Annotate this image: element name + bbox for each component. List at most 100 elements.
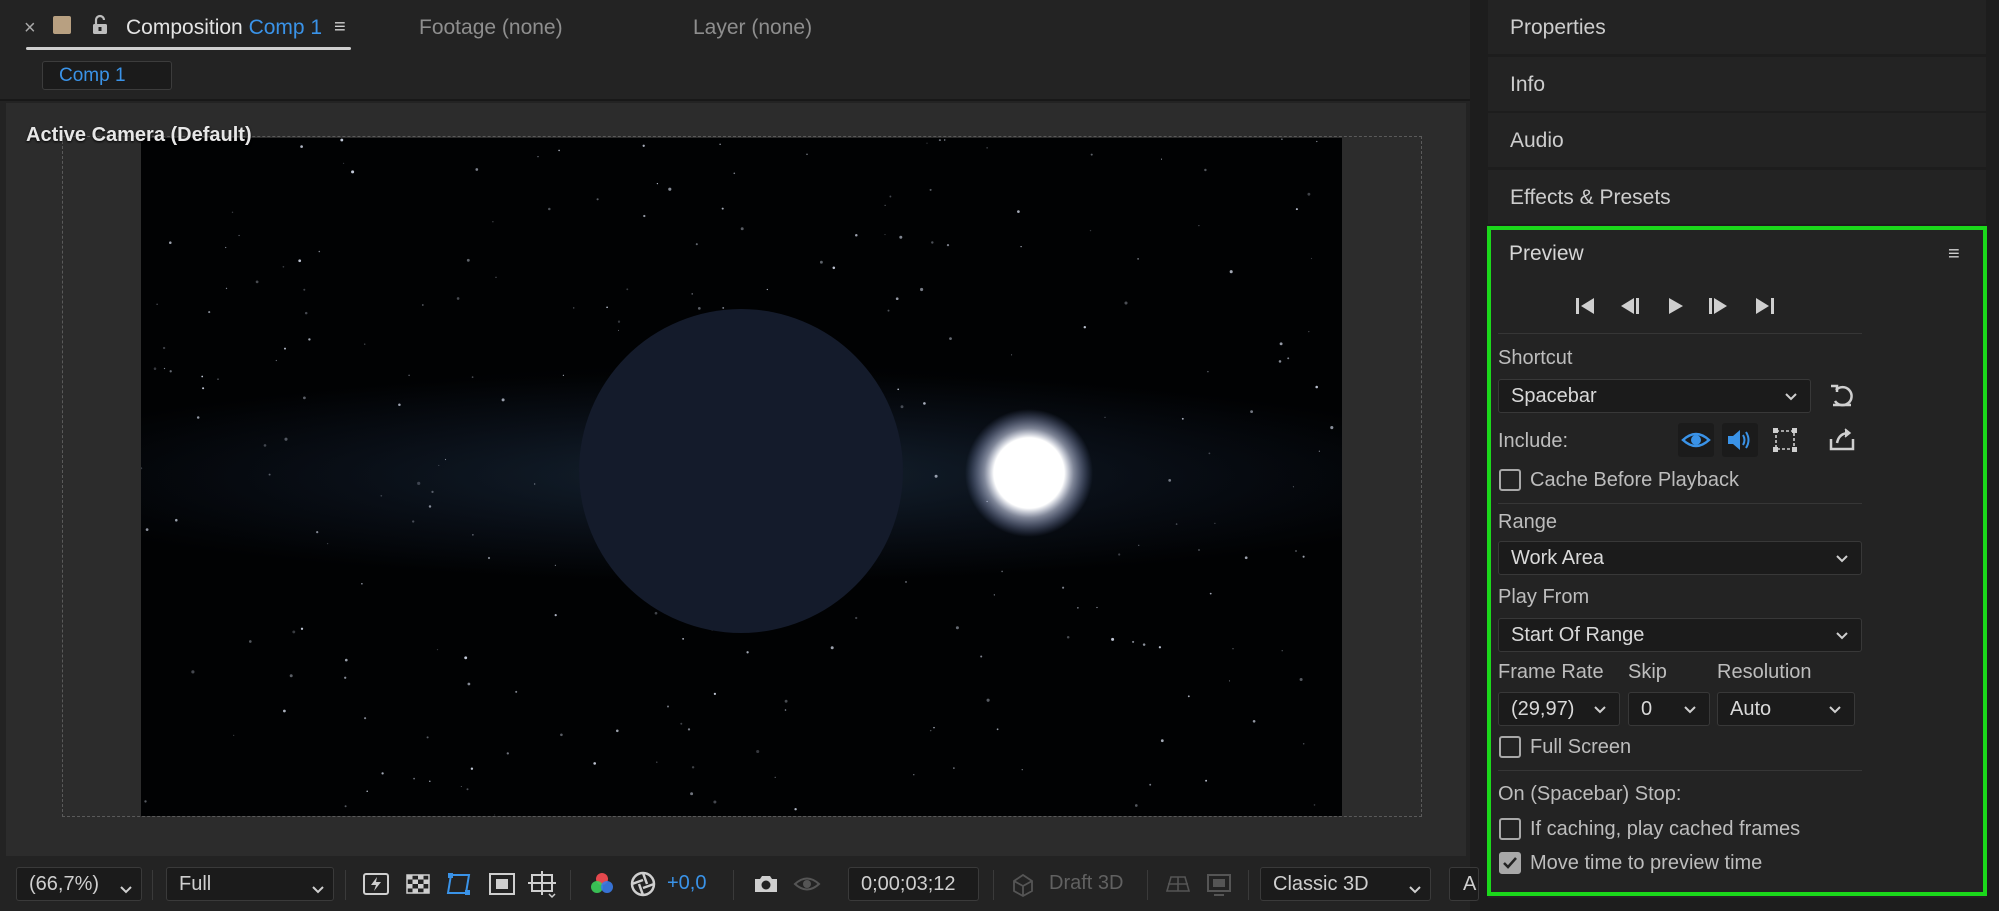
extended-viewer-icon[interactable] bbox=[1204, 869, 1234, 899]
star bbox=[1292, 486, 1294, 488]
star bbox=[713, 800, 717, 804]
shortcut-value: Spacebar bbox=[1511, 385, 1597, 407]
include-video-toggle[interactable] bbox=[1678, 423, 1714, 457]
panel-effects-presets[interactable]: Effects & Presets bbox=[1488, 170, 1986, 224]
star bbox=[263, 444, 267, 447]
mask-path-visibility-icon[interactable] bbox=[444, 869, 474, 899]
close-tab-icon[interactable]: × bbox=[24, 17, 36, 40]
timecode-value: 0;00;03;12 bbox=[861, 873, 956, 895]
tab-footage[interactable]: Footage (none) bbox=[419, 16, 563, 40]
current-time-field[interactable]: 0;00;03;12 bbox=[848, 867, 979, 901]
star bbox=[156, 303, 158, 305]
draft-3d-icon[interactable] bbox=[1008, 869, 1038, 899]
preview-title[interactable]: Preview bbox=[1509, 242, 1584, 266]
view-options-dropdown[interactable]: A bbox=[1449, 867, 1479, 901]
panel-properties[interactable]: Properties bbox=[1488, 0, 1986, 54]
include-overlays-toggle[interactable] bbox=[1767, 423, 1803, 457]
star bbox=[487, 556, 491, 560]
tab-composition[interactable]: Composition Comp 1 bbox=[126, 16, 322, 40]
draft-3d-label[interactable]: Draft 3D bbox=[1049, 872, 1123, 895]
skip-dropdown[interactable]: 0 bbox=[1628, 692, 1710, 726]
star bbox=[819, 260, 823, 264]
star bbox=[1149, 783, 1152, 786]
channel-rgb-icon[interactable] bbox=[587, 869, 617, 899]
grid-guide-options-icon[interactable] bbox=[527, 869, 557, 899]
renderer-dropdown[interactable]: Classic 3D bbox=[1260, 867, 1431, 901]
tab-menu-icon[interactable]: ≡ bbox=[334, 16, 346, 39]
star bbox=[943, 139, 946, 141]
star bbox=[920, 287, 924, 292]
panel-audio-label: Audio bbox=[1510, 129, 1564, 152]
reset-shortcut-icon[interactable] bbox=[1827, 381, 1857, 411]
comp-breadcrumb-tab[interactable]: Comp 1 bbox=[42, 61, 172, 90]
star bbox=[364, 343, 366, 345]
preview-menu-icon[interactable]: ≡ bbox=[1948, 243, 1960, 266]
show-snapshot-icon[interactable] bbox=[792, 869, 822, 899]
range-dropdown[interactable]: Work Area bbox=[1498, 541, 1862, 575]
if-caching-checkbox[interactable] bbox=[1499, 818, 1521, 840]
star bbox=[1302, 743, 1305, 745]
resolution-dropdown[interactable]: Full bbox=[166, 867, 334, 901]
composition-canvas[interactable] bbox=[141, 138, 1342, 816]
star bbox=[687, 728, 691, 731]
star bbox=[895, 297, 899, 301]
reset-exposure-icon[interactable] bbox=[628, 869, 658, 899]
include-label: Include: bbox=[1498, 430, 1569, 452]
last-frame-icon[interactable] bbox=[1750, 291, 1780, 321]
transparency-grid-icon[interactable] bbox=[403, 869, 433, 899]
star bbox=[887, 309, 890, 312]
star bbox=[208, 311, 211, 314]
star bbox=[980, 655, 983, 658]
star bbox=[471, 376, 474, 378]
shortcut-dropdown[interactable]: Spacebar bbox=[1498, 379, 1811, 413]
star bbox=[719, 143, 721, 145]
star bbox=[162, 346, 166, 350]
tab-layer[interactable]: Layer (none) bbox=[693, 16, 812, 40]
star bbox=[466, 788, 469, 791]
panel-audio[interactable]: Audio bbox=[1488, 113, 1986, 167]
star bbox=[1118, 553, 1121, 556]
previous-frame-icon[interactable] bbox=[1614, 291, 1644, 321]
star bbox=[993, 594, 995, 596]
checkmark-icon bbox=[1503, 857, 1517, 869]
star bbox=[680, 722, 683, 725]
tab-composition-prefix: Composition bbox=[126, 16, 243, 39]
panel-info[interactable]: Info bbox=[1488, 57, 1986, 111]
3d-ground-plane-icon[interactable] bbox=[1163, 869, 1193, 899]
first-frame-icon[interactable] bbox=[1570, 291, 1600, 321]
star bbox=[1252, 719, 1256, 723]
export-shortcut-icon[interactable] bbox=[1827, 425, 1857, 455]
frame-rate-dropdown[interactable]: (29,97) bbox=[1498, 692, 1620, 726]
active-tab-indicator bbox=[26, 47, 351, 50]
star bbox=[344, 676, 347, 679]
star bbox=[1198, 549, 1200, 551]
next-frame-icon[interactable] bbox=[1704, 291, 1734, 321]
active-camera-label[interactable]: Active Camera (Default) bbox=[26, 124, 252, 147]
chevron-down-icon bbox=[1409, 886, 1421, 894]
include-audio-toggle[interactable] bbox=[1722, 423, 1758, 457]
star bbox=[884, 204, 886, 206]
star bbox=[1278, 360, 1282, 363]
star bbox=[806, 153, 808, 156]
play-from-dropdown[interactable]: Start Of Range bbox=[1498, 618, 1862, 652]
star bbox=[303, 396, 306, 400]
full-screen-checkbox[interactable] bbox=[1499, 736, 1521, 758]
divider bbox=[0, 99, 1470, 101]
unlock-icon[interactable] bbox=[89, 14, 111, 36]
play-icon[interactable] bbox=[1660, 291, 1690, 321]
chevron-down-icon bbox=[120, 886, 132, 894]
camera-snapshot-icon[interactable] bbox=[751, 869, 781, 899]
panel-properties-label: Properties bbox=[1510, 16, 1606, 39]
exposure-value[interactable]: +0,0 bbox=[667, 872, 706, 895]
region-of-interest-icon[interactable] bbox=[487, 869, 517, 899]
star bbox=[1313, 804, 1316, 806]
move-time-checkbox[interactable] bbox=[1499, 852, 1521, 874]
audio-speaker-icon bbox=[1728, 430, 1750, 450]
cache-before-playback-checkbox[interactable] bbox=[1499, 469, 1521, 491]
star bbox=[1066, 636, 1070, 639]
star bbox=[616, 729, 619, 733]
magnification-dropdown[interactable]: (66,7%) bbox=[16, 867, 142, 901]
range-value: Work Area bbox=[1511, 547, 1604, 569]
fast-previews-icon[interactable] bbox=[361, 869, 391, 899]
resolution-preview-dropdown[interactable]: Auto bbox=[1717, 692, 1855, 726]
